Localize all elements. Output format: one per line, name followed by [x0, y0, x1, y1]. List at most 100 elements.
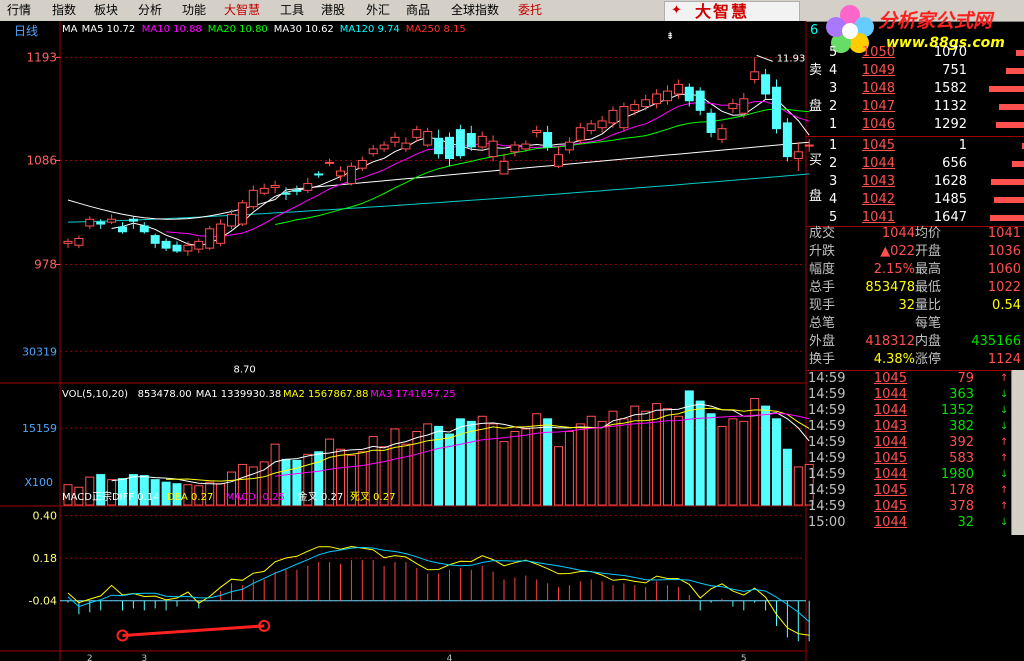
- candle-up: [357, 159, 367, 169]
- volume-bar: [455, 418, 465, 506]
- sell-volume-bar: [999, 104, 1024, 110]
- menu-item-4[interactable]: 功能: [182, 3, 206, 18]
- volume-bar: [434, 425, 444, 506]
- candle-up: [325, 161, 335, 164]
- candle-down: [684, 86, 694, 102]
- candle-up: [586, 123, 596, 132]
- price-axis-label: 1086: [26, 153, 57, 167]
- menu-item-9[interactable]: 商品: [406, 3, 430, 18]
- candle-up: [608, 109, 618, 124]
- stat-label: 均价: [915, 226, 942, 241]
- candle-up: [750, 71, 760, 81]
- volume-bar: [575, 423, 585, 506]
- volume-bar: [619, 418, 629, 506]
- sell-price[interactable]: 1049: [843, 62, 895, 80]
- vol-legend-1: 853478.00: [138, 389, 192, 400]
- candle-down: [772, 86, 781, 130]
- candle-down: [128, 218, 138, 222]
- menu-item-6[interactable]: 工具: [280, 3, 304, 18]
- candle-up: [641, 99, 651, 108]
- stat-label: 每笔: [915, 316, 942, 331]
- ma-legend-5: MA120 9.74: [340, 24, 400, 35]
- sell-level: 2: [829, 99, 838, 114]
- menu-item-1[interactable]: 指数: [52, 3, 76, 18]
- candle-up: [74, 237, 84, 246]
- menu-item-3[interactable]: 分析: [138, 3, 162, 18]
- stat-value: 0.54: [992, 298, 1021, 313]
- tick-price[interactable]: 1044: [862, 514, 907, 532]
- ma-legend-4: MA30 10.62: [274, 24, 334, 35]
- buy-level: 3: [829, 174, 838, 189]
- buy-price[interactable]: 1043: [843, 173, 895, 191]
- volume-bar: [521, 428, 531, 506]
- menu-item-11[interactable]: 委托: [518, 3, 542, 18]
- volume-bar: [673, 415, 683, 506]
- candle-down: [118, 226, 127, 233]
- candle-down: [466, 132, 476, 148]
- candle-up: [728, 103, 738, 109]
- period-label: 日线: [14, 24, 38, 38]
- volume-bar: [761, 405, 771, 506]
- menu-item-0[interactable]: 行情: [7, 3, 31, 18]
- menu-item-10[interactable]: 全球指数: [451, 3, 499, 18]
- sell-volume-bar: [1006, 68, 1024, 74]
- stat-value: 1060: [987, 262, 1021, 277]
- stat-value: 1036: [987, 244, 1021, 259]
- candle-up: [63, 240, 73, 244]
- candle-down: [761, 74, 771, 95]
- sell-price[interactable]: 1047: [843, 98, 895, 116]
- stat-label: 开盘: [915, 244, 942, 259]
- menu-item-8[interactable]: 外汇: [366, 3, 390, 18]
- menu-item-7[interactable]: 港股: [321, 3, 345, 18]
- candle-up: [521, 143, 531, 150]
- candle-up: [554, 154, 563, 167]
- tick-scrollbar[interactable]: [1011, 370, 1024, 535]
- candle-up: [194, 240, 204, 250]
- menu-item-5[interactable]: 大智慧: [224, 3, 260, 18]
- stat-label: 涨停: [915, 352, 942, 367]
- buy-price[interactable]: 1042: [843, 191, 895, 209]
- candle-up: [336, 170, 345, 177]
- date-tick: 2: [87, 654, 93, 661]
- ma-legend-3: MA20 10.80: [208, 24, 268, 35]
- volume-bar: [750, 398, 760, 506]
- vol-unit-label: X100: [24, 476, 53, 489]
- volume-bar: [717, 425, 727, 506]
- buy-price[interactable]: 1045: [843, 137, 895, 155]
- sell-price[interactable]: 1046: [843, 116, 895, 134]
- buy-label: 盘: [809, 189, 823, 204]
- macd-axis-label: 0.40: [33, 510, 58, 523]
- sell-price[interactable]: 1050: [843, 44, 895, 62]
- vol-legend-4: MA3 1741657.25: [370, 389, 455, 400]
- high-marker: 11.93: [777, 53, 806, 64]
- volume-bar: [695, 400, 705, 506]
- menu-item-2[interactable]: 板块: [94, 3, 118, 18]
- candle-up: [85, 218, 95, 227]
- sell-level: 4: [829, 63, 838, 78]
- volume-bar: [466, 420, 476, 506]
- stat-value: 1041: [987, 226, 1021, 241]
- dazhihui-logo-icon: ✦: [671, 3, 684, 18]
- stat-value: 1124: [987, 352, 1021, 367]
- sell-volume: 1582: [933, 81, 967, 96]
- buy-level: 2: [829, 156, 838, 171]
- volume-bar: [728, 418, 738, 506]
- stat-label: 换手: [809, 352, 836, 367]
- volume-bar: [641, 410, 651, 506]
- buy-price[interactable]: 1044: [843, 155, 895, 173]
- buy-level: 4: [829, 192, 838, 207]
- sell-level: 5: [829, 45, 838, 60]
- candle-up: [205, 228, 215, 249]
- volume-bar: [684, 390, 694, 506]
- sell-volume: 751: [942, 63, 967, 78]
- buy-volume-bar: [994, 197, 1024, 203]
- sell-volume: 1132: [933, 99, 967, 114]
- candle-up: [183, 244, 193, 252]
- sell-volume: 1292: [933, 117, 967, 132]
- volume-bar: [706, 413, 716, 506]
- macd-legend-0: MACD正宗DIFF 0.14: [62, 490, 160, 503]
- volume-bar: [499, 441, 509, 506]
- candle-down: [782, 122, 792, 158]
- sell-price[interactable]: 1048: [843, 80, 895, 98]
- ma-legend-1: MA5 10.72: [82, 24, 136, 35]
